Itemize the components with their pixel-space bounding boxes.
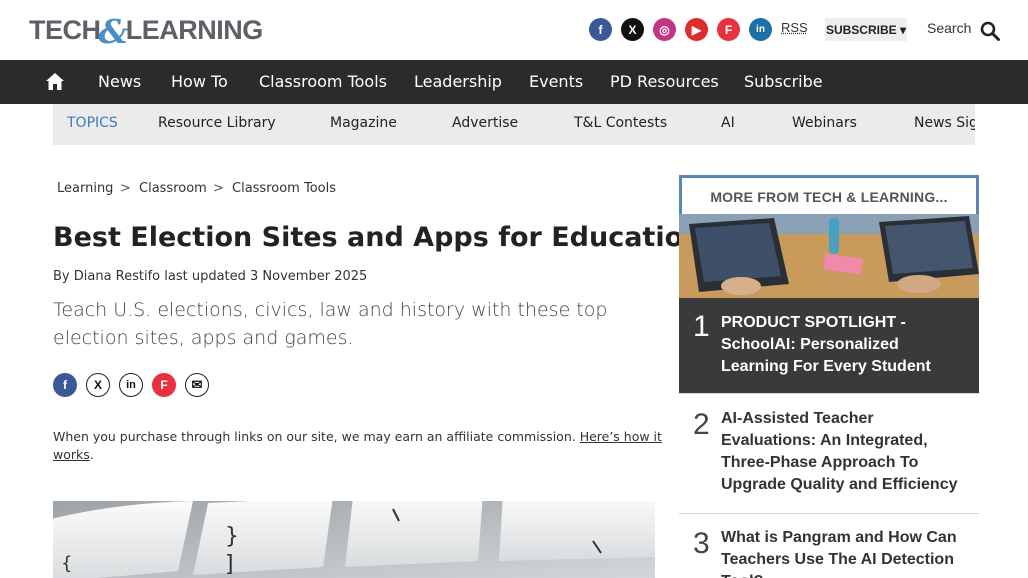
breadcrumb-separator: > xyxy=(213,181,224,196)
home-icon[interactable] xyxy=(45,72,65,91)
sidebar-item-title[interactable]: AI-Assisted Teacher Evaluations: An Inte… xyxy=(721,408,971,496)
affiliate-end: . xyxy=(89,447,94,462)
logo-text-learning: LEARNING xyxy=(125,14,264,45)
sidebar-item-title[interactable]: What is Pangram and How Can Teachers Use… xyxy=(721,527,971,578)
sidebar-item-number: 2 xyxy=(693,408,710,441)
breadcrumb-classroom[interactable]: Classroom xyxy=(139,181,207,196)
topic-resource-library[interactable]: Resource Library xyxy=(158,115,276,131)
share-facebook-icon[interactable]: f xyxy=(53,373,77,397)
svg-text:{: { xyxy=(61,553,72,574)
svg-text:]: ] xyxy=(225,552,234,577)
sidebar-divider xyxy=(679,393,979,394)
rss-link[interactable]: RSS xyxy=(781,20,808,35)
logo-text-tech: TECH xyxy=(29,14,101,45)
nav-how-to[interactable]: How To xyxy=(171,72,228,91)
sidebar-item-title[interactable]: PRODUCT SPOTLIGHT - SchoolAI: Personaliz… xyxy=(721,312,966,378)
nav-events[interactable]: Events xyxy=(529,72,583,91)
flipboard-icon[interactable]: F xyxy=(717,18,740,41)
article-strapline: Teach U.S. elections, civics, law and hi… xyxy=(53,299,608,349)
topic-tl-contests[interactable]: T&L Contests xyxy=(574,115,667,131)
nav-classroom-tools[interactable]: Classroom Tools xyxy=(259,72,387,91)
nav-pd-resources[interactable]: PD Resources xyxy=(610,72,719,91)
sidebar-item-1[interactable]: 1 PRODUCT SPOTLIGHT - SchoolAI: Personal… xyxy=(679,214,979,393)
linkedin-icon[interactable]: in xyxy=(749,18,772,41)
svg-text:}: } xyxy=(225,524,239,549)
site-logo[interactable]: TECH & LEARNING xyxy=(29,12,264,51)
instagram-icon[interactable]: ◎ xyxy=(653,18,676,41)
sidebar-item-number: 1 xyxy=(693,310,710,343)
sidebar-heading: MORE FROM TECH & LEARNING... xyxy=(679,175,979,215)
search-label[interactable]: Search xyxy=(927,20,971,36)
breadcrumb-separator: > xyxy=(120,181,131,196)
search-icon[interactable] xyxy=(980,21,1000,41)
share-x-icon[interactable]: X xyxy=(86,373,110,397)
topic-ai[interactable]: AI xyxy=(721,115,735,131)
share-flipboard-icon[interactable]: F xyxy=(152,373,176,397)
affiliate-disclaimer: When you purchase through links on our s… xyxy=(53,428,663,464)
social-links: f X ◎ ▶ F in xyxy=(589,18,772,41)
breadcrumb-classroom-tools[interactable]: Classroom Tools xyxy=(232,181,336,196)
sidebar-divider xyxy=(679,513,979,514)
x-twitter-icon[interactable]: X xyxy=(621,18,644,41)
affiliate-text: When you purchase through links on our s… xyxy=(53,429,580,444)
article-byline: By Diana Restifo last updated 3 November… xyxy=(53,269,368,284)
article-title: Best Election Sites and Apps for Educati… xyxy=(53,222,703,253)
share-email-icon[interactable]: ✉ xyxy=(185,373,209,397)
topics-label: TOPICS xyxy=(67,115,118,131)
subscribe-dropdown[interactable]: SUBSCRIBE ▾ xyxy=(825,18,907,41)
logo-ampersand: & xyxy=(98,11,129,51)
topics-bar: TOPICS Resource Library Magazine Adverti… xyxy=(53,104,975,145)
youtube-icon[interactable]: ▶ xyxy=(685,18,708,41)
site-header: TECH & LEARNING f X ◎ ▶ F in RSS SUBSCRI… xyxy=(0,0,1028,60)
main-navigation: News How To Classroom Tools Leadership E… xyxy=(0,60,1028,104)
more-from-sidebar: MORE FROM TECH & LEARNING... 1 PRODUCT S… xyxy=(679,175,979,578)
sidebar-item-number: 3 xyxy=(693,527,710,560)
topic-magazine[interactable]: Magazine xyxy=(330,115,397,131)
nav-leadership[interactable]: Leadership xyxy=(414,72,502,91)
breadcrumb-learning[interactable]: Learning xyxy=(57,181,113,196)
topic-news-signup[interactable]: News Sig xyxy=(914,115,975,131)
topic-advertise[interactable]: Advertise xyxy=(452,115,518,131)
share-linkedin-icon[interactable]: in xyxy=(119,373,143,397)
nav-news[interactable]: News xyxy=(98,72,141,91)
nav-subscribe[interactable]: Subscribe xyxy=(744,72,823,91)
hero-image-keyboard: } ] { xyxy=(53,501,655,578)
topic-webinars[interactable]: Webinars xyxy=(792,115,857,131)
facebook-icon[interactable]: f xyxy=(589,18,612,41)
keyboard-photo: } ] { xyxy=(53,501,655,578)
share-buttons: f X in F ✉ xyxy=(53,373,209,397)
